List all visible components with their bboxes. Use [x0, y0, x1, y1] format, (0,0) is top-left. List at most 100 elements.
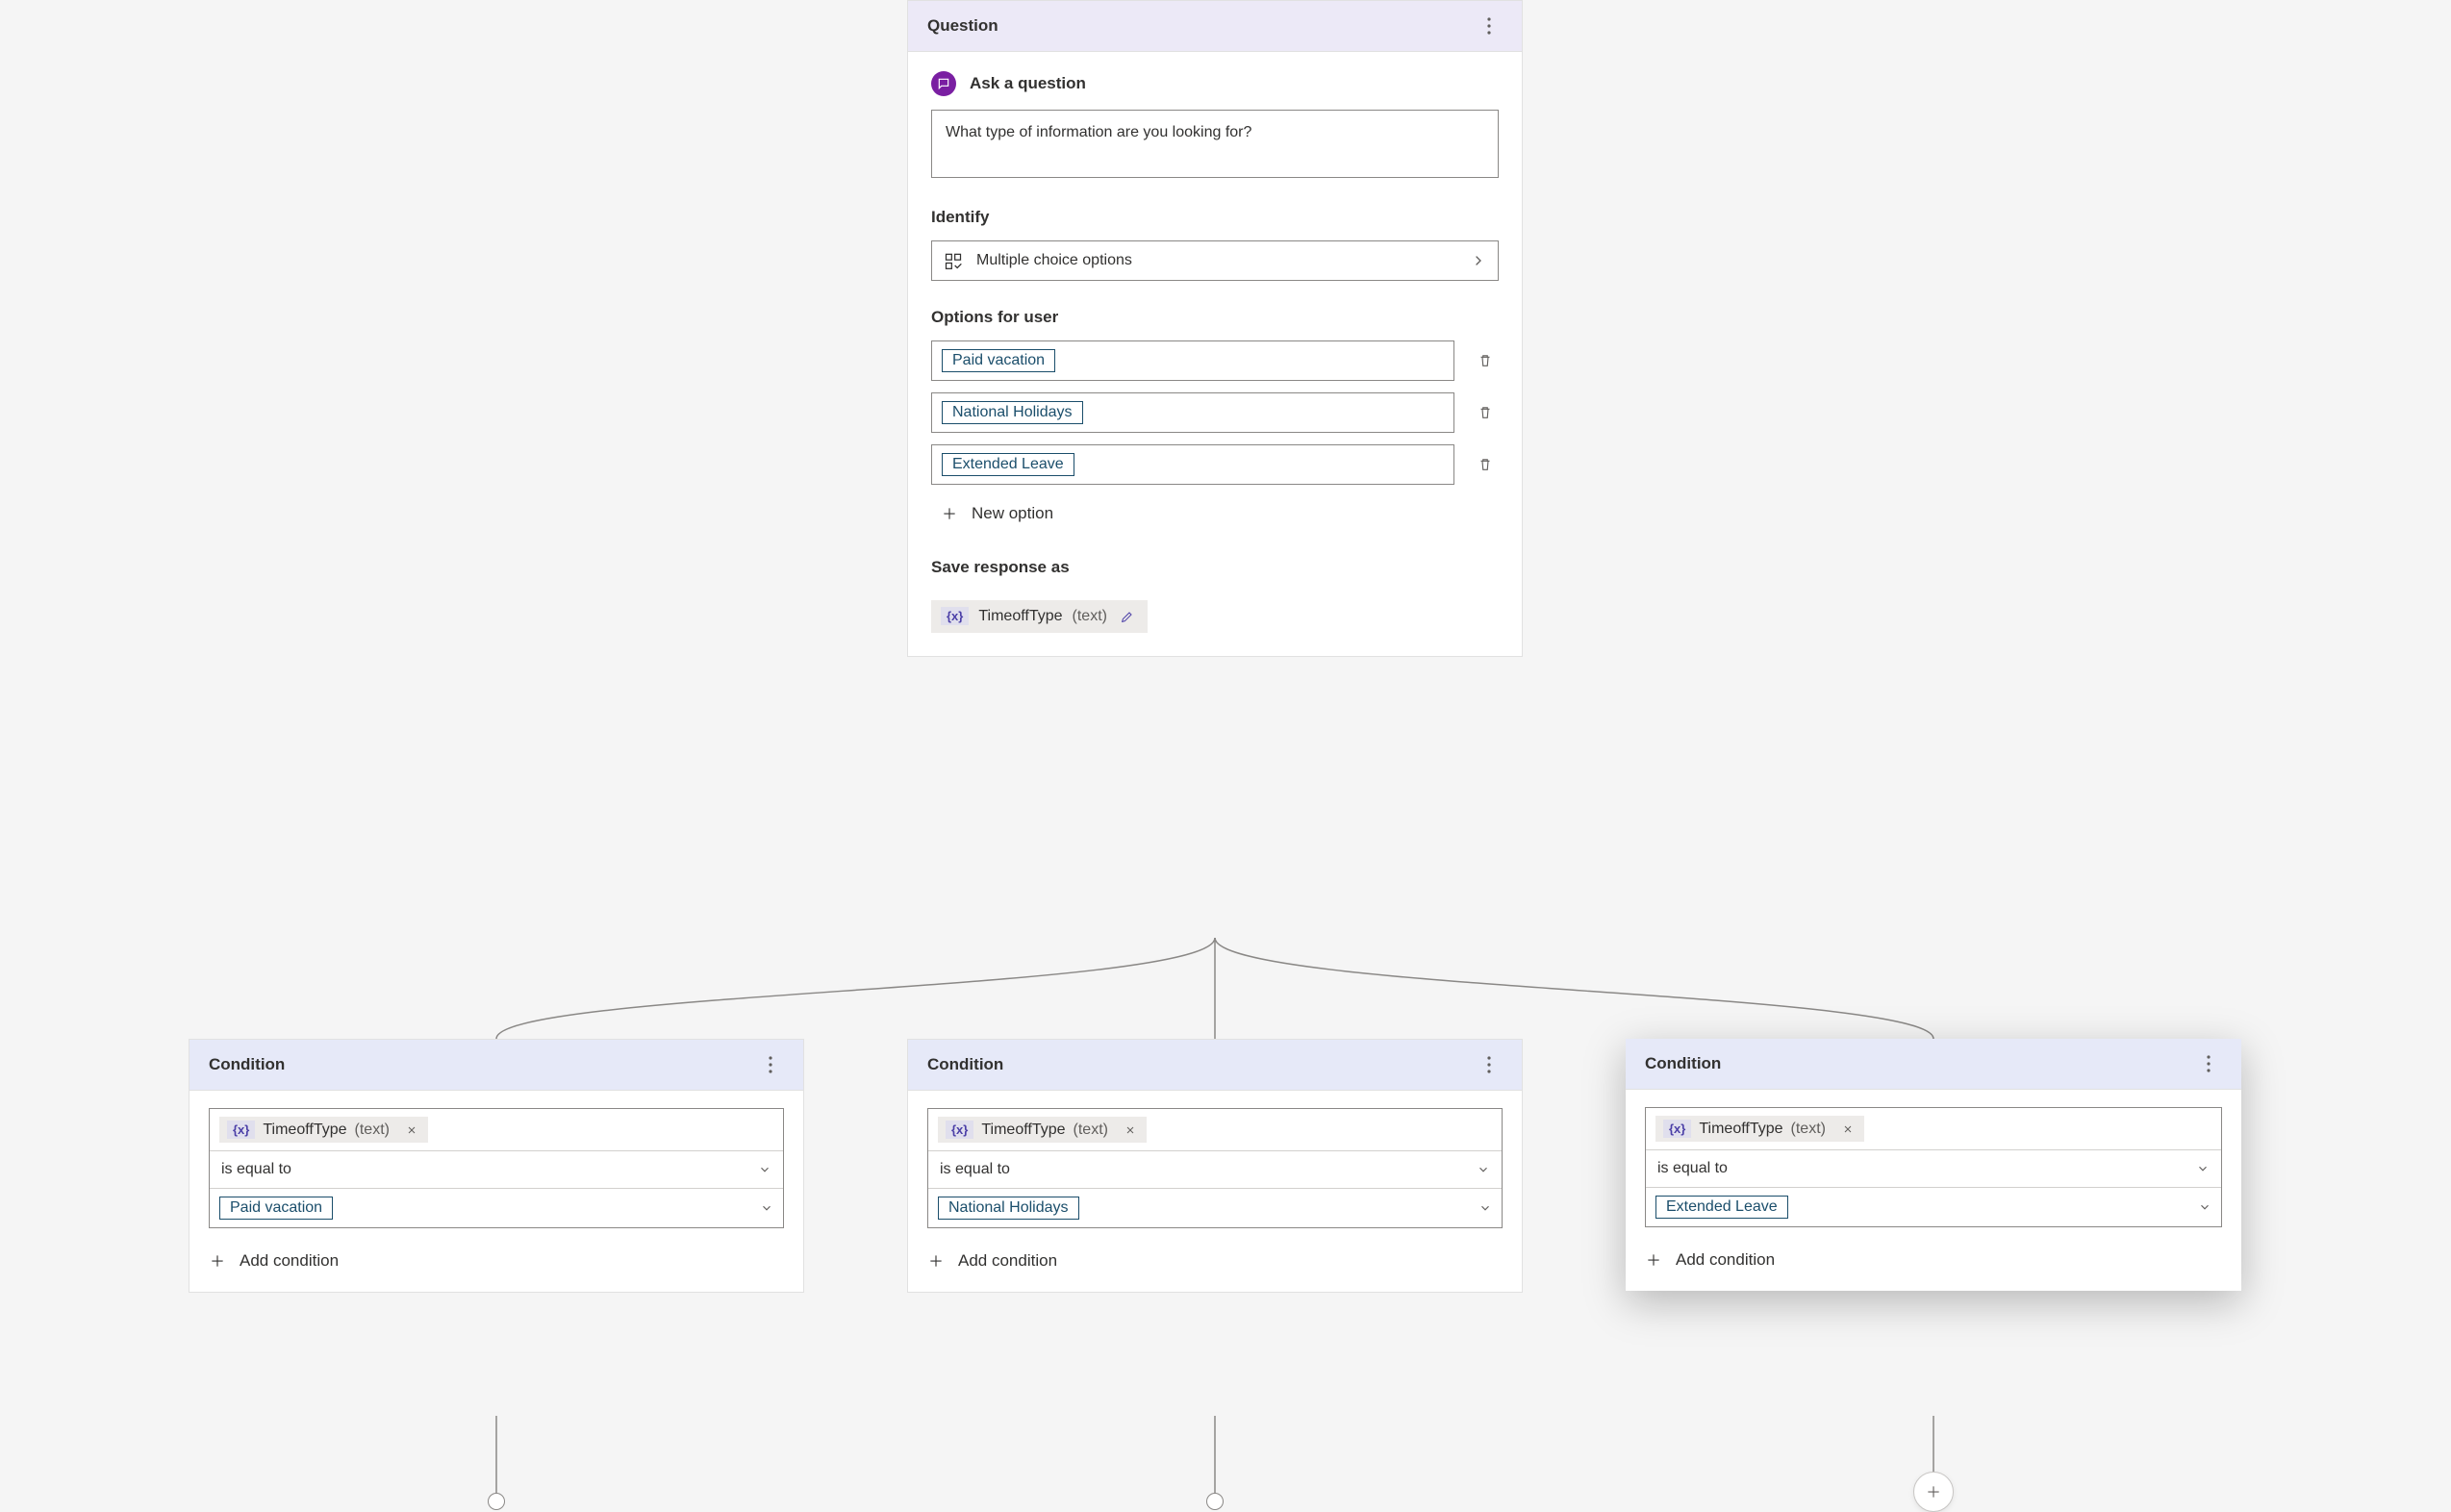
- variable-type: (text): [355, 1121, 390, 1139]
- option-row: Paid vacation: [931, 340, 1499, 381]
- close-icon: [406, 1124, 417, 1136]
- option-input[interactable]: National Holidays: [931, 392, 1454, 433]
- new-option-button[interactable]: New option: [931, 496, 1499, 531]
- plus-icon: [927, 1252, 945, 1270]
- condition-variable-field[interactable]: {x} TimeoffType (text): [928, 1109, 1502, 1151]
- options-grid-icon: [944, 251, 963, 270]
- condition-more-button[interactable]: [757, 1051, 784, 1078]
- chevron-down-icon: [2198, 1200, 2211, 1214]
- chevron-down-icon: [760, 1201, 773, 1215]
- add-condition-button[interactable]: Add condition: [1645, 1250, 2222, 1270]
- condition-value-chip: Extended Leave: [1655, 1196, 1788, 1219]
- more-vertical-icon: [1487, 1056, 1491, 1073]
- condition-operator-select[interactable]: is equal to: [1646, 1150, 2221, 1188]
- connector-node[interactable]: [488, 1493, 505, 1510]
- option-chip[interactable]: Paid vacation: [942, 349, 1055, 372]
- variable-name: TimeoffType: [1699, 1121, 1782, 1138]
- condition-card-header: Condition: [1626, 1039, 2241, 1090]
- add-condition-button[interactable]: Add condition: [927, 1251, 1503, 1271]
- option-chip[interactable]: National Holidays: [942, 401, 1083, 424]
- delete-option-button[interactable]: [1472, 399, 1499, 426]
- plus-icon: [1645, 1251, 1662, 1269]
- plus-icon: [209, 1252, 226, 1270]
- variable-type: (text): [1073, 608, 1107, 625]
- close-icon: [1842, 1123, 1854, 1135]
- condition-value-select[interactable]: Extended Leave: [1646, 1188, 2221, 1226]
- condition-value-select[interactable]: National Holidays: [928, 1189, 1502, 1227]
- trash-icon: [1477, 456, 1494, 473]
- variable-name: TimeoffType: [263, 1121, 346, 1139]
- condition-card: Condition {x} TimeoffType (text): [907, 1039, 1523, 1293]
- ask-question-label: Ask a question: [970, 74, 1086, 93]
- condition-header-title: Condition: [927, 1055, 1003, 1074]
- condition-value-chip: Paid vacation: [219, 1197, 333, 1220]
- question-card: Question Ask a question Identify Multipl…: [907, 0, 1523, 657]
- variable-badge-icon: {x}: [1663, 1120, 1691, 1138]
- add-condition-label: Add condition: [958, 1251, 1057, 1271]
- option-row: National Holidays: [931, 392, 1499, 433]
- add-condition-label: Add condition: [1676, 1250, 1775, 1270]
- trash-icon: [1477, 404, 1494, 421]
- more-vertical-icon: [769, 1056, 772, 1073]
- condition-operator-select[interactable]: is equal to: [210, 1151, 783, 1189]
- connector-node[interactable]: [1206, 1493, 1224, 1510]
- chevron-down-icon: [1478, 1201, 1492, 1215]
- condition-operator-select[interactable]: is equal to: [928, 1151, 1502, 1189]
- condition-card-header: Condition: [190, 1040, 803, 1091]
- identify-label: Identify: [931, 208, 1499, 227]
- question-prompt-input[interactable]: [931, 110, 1499, 178]
- question-more-button[interactable]: [1476, 13, 1503, 39]
- chevron-down-icon: [2196, 1162, 2210, 1175]
- variable-type: (text): [1074, 1121, 1108, 1139]
- option-input[interactable]: Paid vacation: [931, 340, 1454, 381]
- add-condition-button[interactable]: Add condition: [209, 1251, 784, 1271]
- plus-icon: [941, 505, 958, 522]
- chevron-right-icon: [1471, 253, 1486, 268]
- save-response-label: Save response as: [931, 558, 1499, 577]
- question-card-header: Question: [908, 1, 1522, 52]
- condition-header-title: Condition: [209, 1055, 285, 1074]
- chevron-down-icon: [758, 1163, 771, 1176]
- options-label: Options for user: [931, 308, 1499, 327]
- variable-badge-icon: {x}: [946, 1121, 973, 1139]
- more-vertical-icon: [2207, 1055, 2211, 1072]
- option-input[interactable]: Extended Leave: [931, 444, 1454, 485]
- identify-value: Multiple choice options: [976, 252, 1132, 269]
- condition-card-selected: Condition {x} TimeoffType (text): [1626, 1039, 2241, 1291]
- trash-icon: [1477, 352, 1494, 369]
- variable-badge-icon: {x}: [941, 607, 969, 625]
- edit-variable-button[interactable]: [1117, 606, 1138, 627]
- more-vertical-icon: [1487, 17, 1491, 35]
- identify-select[interactable]: Multiple choice options: [931, 240, 1499, 281]
- condition-variable-field[interactable]: {x} TimeoffType (text): [210, 1109, 783, 1151]
- condition-value-chip: National Holidays: [938, 1197, 1079, 1220]
- close-icon: [1124, 1124, 1136, 1136]
- chat-bubble-icon: [931, 71, 956, 96]
- new-option-label: New option: [972, 504, 1053, 523]
- condition-more-button[interactable]: [2195, 1050, 2222, 1077]
- option-row: Extended Leave: [931, 444, 1499, 485]
- condition-variable-field[interactable]: {x} TimeoffType (text): [1646, 1108, 2221, 1150]
- clear-variable-button[interactable]: [1122, 1121, 1139, 1139]
- clear-variable-button[interactable]: [1839, 1121, 1857, 1138]
- condition-operator-value: is equal to: [1657, 1160, 1728, 1177]
- pencil-icon: [1120, 609, 1135, 624]
- delete-option-button[interactable]: [1472, 451, 1499, 478]
- option-chip[interactable]: Extended Leave: [942, 453, 1074, 476]
- condition-header-title: Condition: [1645, 1054, 1721, 1073]
- condition-more-button[interactable]: [1476, 1051, 1503, 1078]
- add-condition-label: Add condition: [240, 1251, 339, 1271]
- variable-badge-icon: {x}: [227, 1121, 255, 1139]
- condition-value-select[interactable]: Paid vacation: [210, 1189, 783, 1227]
- variable-name: TimeoffType: [981, 1121, 1065, 1139]
- chevron-down-icon: [1477, 1163, 1490, 1176]
- condition-operator-value: is equal to: [940, 1161, 1010, 1178]
- variable-type: (text): [1791, 1121, 1826, 1138]
- condition-card: Condition {x} TimeoffType (text): [189, 1039, 804, 1293]
- variable-name: TimeoffType: [978, 608, 1062, 625]
- plus-icon: [1925, 1483, 1942, 1500]
- delete-option-button[interactable]: [1472, 347, 1499, 374]
- variable-chip[interactable]: {x} TimeoffType (text): [931, 600, 1148, 633]
- clear-variable-button[interactable]: [403, 1121, 420, 1139]
- question-header-title: Question: [927, 16, 998, 36]
